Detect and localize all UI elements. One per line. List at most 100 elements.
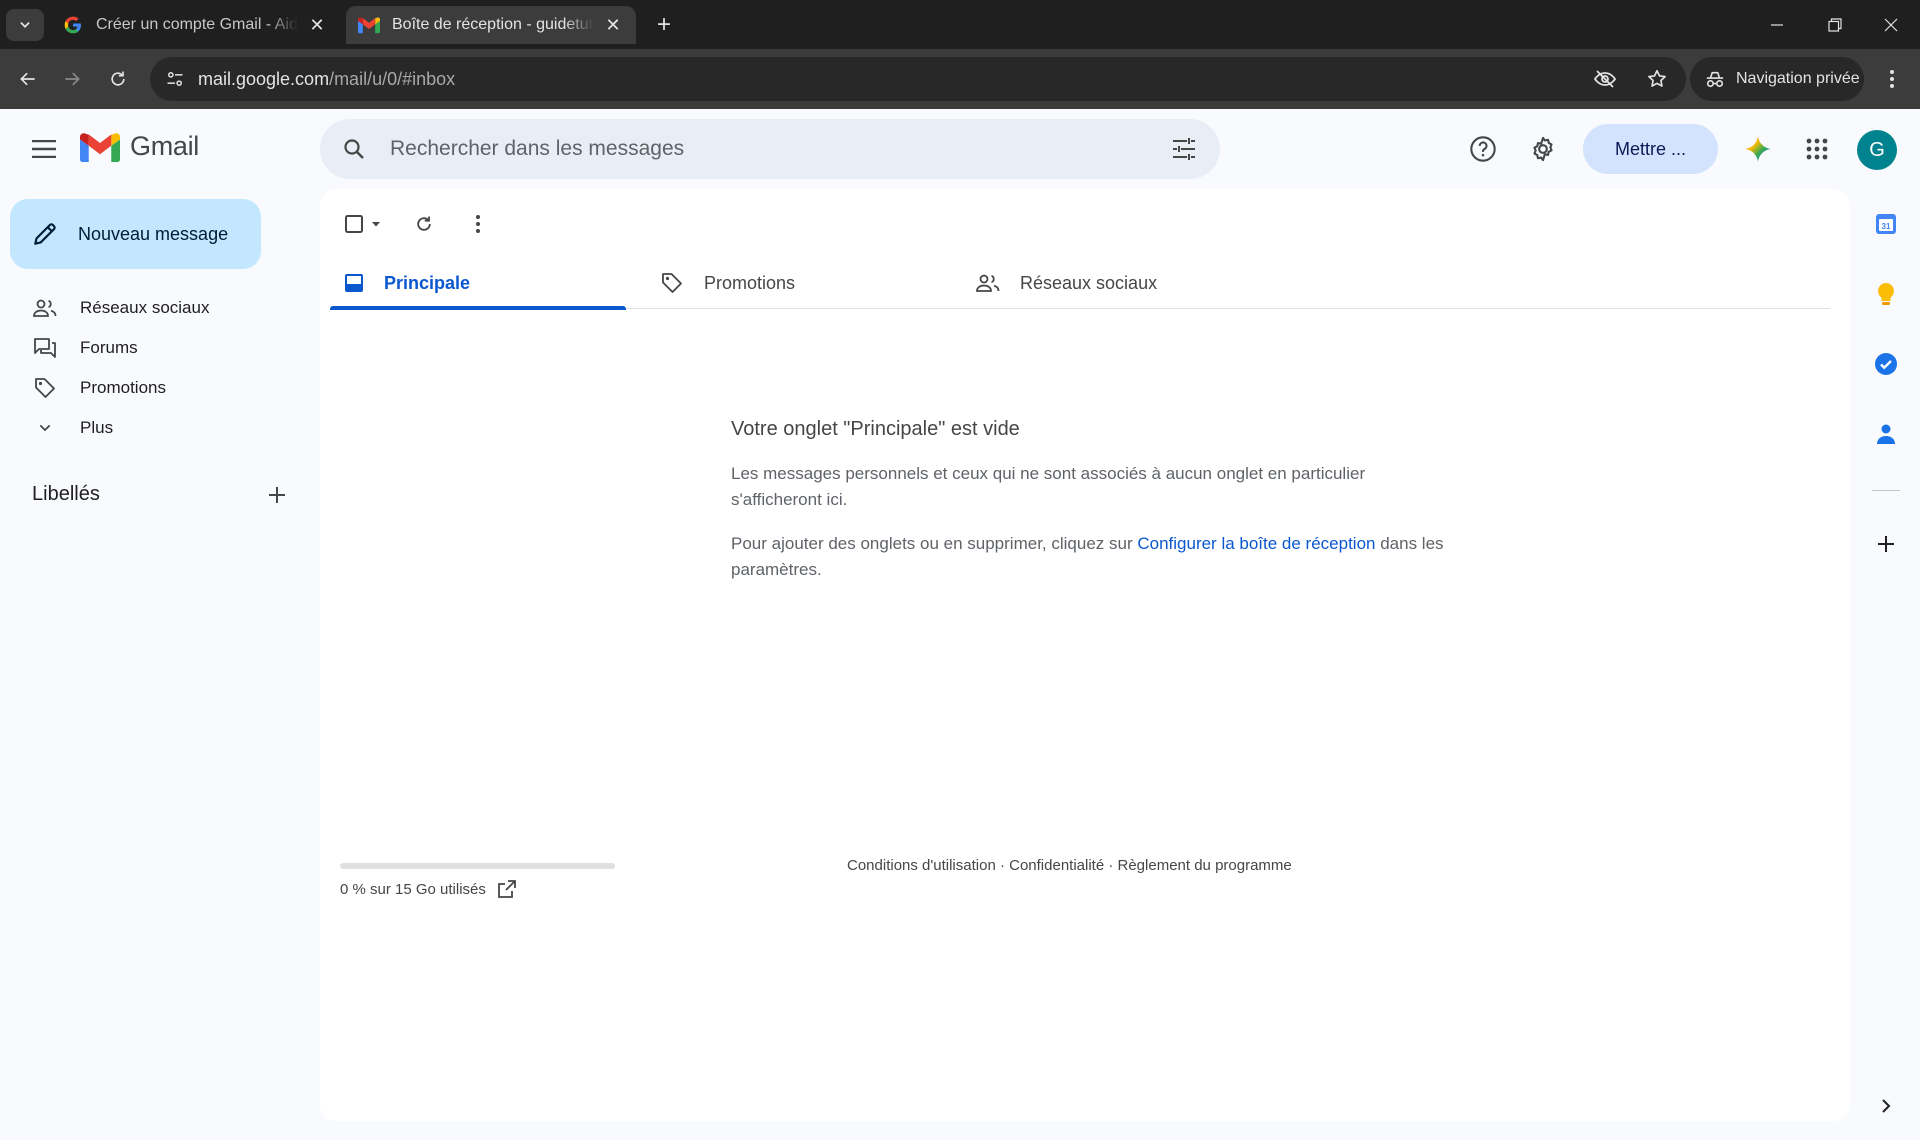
tab-search-button[interactable] xyxy=(6,9,44,41)
gmail-icon xyxy=(358,14,380,36)
google-apps-button[interactable] xyxy=(1793,125,1841,173)
storage-label: 0 % sur 15 Go utilisés xyxy=(340,880,486,898)
plus-icon xyxy=(1878,536,1894,552)
calendar-app-button[interactable]: 31 xyxy=(1870,208,1902,240)
sidebar-item-label: Plus xyxy=(80,418,114,437)
tab-label: Réseaux sociaux xyxy=(1020,272,1158,293)
contacts-app-button[interactable] xyxy=(1870,418,1902,450)
incognito-icon xyxy=(1704,69,1726,89)
hide-side-panel-button[interactable] xyxy=(1870,1090,1902,1122)
apps-grid-icon xyxy=(1806,138,1828,160)
eye-off-icon[interactable] xyxy=(1590,64,1620,94)
chevron-down-icon xyxy=(20,22,30,28)
tab-primary[interactable]: Principale xyxy=(330,257,626,310)
close-icon[interactable]: ✕ xyxy=(602,14,624,36)
close-icon xyxy=(1884,18,1898,31)
url-text: mail.google.com/mail/u/0/#inbox xyxy=(198,69,455,90)
more-actions-button[interactable] xyxy=(458,204,498,244)
new-tab-button[interactable]: + xyxy=(648,9,680,41)
search-icon[interactable] xyxy=(330,125,378,173)
refresh-icon xyxy=(417,216,431,231)
inbox-icon xyxy=(344,273,364,293)
account-avatar[interactable]: G xyxy=(1857,130,1897,170)
search-bar xyxy=(320,119,1220,179)
forum-icon xyxy=(32,335,58,361)
add-label-button[interactable] xyxy=(262,480,292,510)
chevron-down-icon xyxy=(32,415,58,441)
main-menu-button[interactable] xyxy=(24,129,64,169)
support-button[interactable] xyxy=(1459,125,1507,173)
search-options-icon[interactable] xyxy=(1160,125,1208,173)
open-in-new-icon[interactable] xyxy=(498,880,516,898)
sidebar-item-promotions[interactable]: Promotions xyxy=(0,368,300,408)
arrow-back-icon xyxy=(20,72,35,86)
browser-tab-help[interactable]: Créer un compte Gmail - Aide Gmail ✕ xyxy=(50,6,340,44)
back-button[interactable] xyxy=(12,63,44,95)
refresh-button[interactable] xyxy=(404,204,444,244)
browser-tab-inbox[interactable]: Boîte de réception - guidetutog ✕ xyxy=(346,6,636,44)
compose-button[interactable]: Nouveau message xyxy=(10,199,261,269)
empty-state: Votre onglet "Principale" est vide Les m… xyxy=(731,418,1451,601)
tab-title: Boîte de réception - guidetutog xyxy=(392,16,594,33)
tab-label: Principale xyxy=(384,272,471,293)
gemini-sparkle-icon xyxy=(1745,136,1771,162)
inbox-panel: Principale Promotions Réseaux sociaux Vo… xyxy=(320,189,1850,1121)
tasks-icon xyxy=(1875,353,1897,375)
search-input[interactable] xyxy=(390,137,1160,161)
pencil-icon xyxy=(32,221,58,247)
keep-app-button[interactable] xyxy=(1870,278,1902,310)
gemini-button[interactable] xyxy=(1734,125,1782,173)
upgrade-button[interactable]: Mettre ... xyxy=(1583,124,1718,174)
category-tabs: Principale Promotions Réseaux sociaux xyxy=(330,257,1830,310)
restore-button[interactable] xyxy=(1806,0,1864,49)
sidebar-item-social[interactable]: Réseaux sociaux xyxy=(0,288,300,328)
forward-button[interactable] xyxy=(56,63,88,95)
svg-text:31: 31 xyxy=(1882,222,1891,231)
gmail-logo[interactable]: Gmail xyxy=(80,131,199,162)
address-bar[interactable]: mail.google.com/mail/u/0/#inbox xyxy=(150,57,1686,101)
caret-down-icon xyxy=(372,222,380,227)
hint-prefix: Pour ajouter des onglets ou en supprimer… xyxy=(731,534,1138,553)
tab-social[interactable]: Réseaux sociaux xyxy=(962,257,1258,309)
footer-links[interactable]: Conditions d'utilisation · Confidentiali… xyxy=(847,857,1292,874)
reload-button[interactable] xyxy=(102,63,134,95)
calendar-icon: 31 xyxy=(1876,214,1896,234)
tab-promotions[interactable]: Promotions xyxy=(646,257,942,309)
close-window-button[interactable] xyxy=(1862,0,1920,49)
more-vert-icon xyxy=(1890,70,1894,88)
gear-icon xyxy=(1533,136,1553,162)
settings-button[interactable] xyxy=(1519,125,1567,173)
side-panel-divider xyxy=(1872,490,1900,491)
help-icon xyxy=(1470,136,1496,162)
empty-state-hint: Pour ajouter des onglets ou en supprimer… xyxy=(731,531,1451,583)
site-info-icon[interactable] xyxy=(160,64,190,94)
menu-icon xyxy=(32,140,56,158)
minimize-button[interactable] xyxy=(1748,0,1806,49)
close-icon[interactable]: ✕ xyxy=(306,14,328,36)
url-path: /mail/u/0/#inbox xyxy=(329,68,456,89)
restore-icon xyxy=(1828,17,1842,32)
empty-state-title: Votre onglet "Principale" est vide xyxy=(731,418,1020,440)
tag-icon xyxy=(660,271,684,295)
tag-icon xyxy=(32,375,58,401)
reload-icon xyxy=(111,71,125,86)
plus-icon xyxy=(269,487,285,503)
incognito-badge[interactable]: Navigation privée xyxy=(1690,57,1864,101)
get-addons-button[interactable] xyxy=(1870,528,1902,560)
compose-label: Nouveau message xyxy=(78,223,229,244)
browser-menu-button[interactable] xyxy=(1876,63,1908,95)
star-icon[interactable] xyxy=(1642,64,1672,94)
tasks-app-button[interactable] xyxy=(1870,348,1902,380)
sidebar-item-forums[interactable]: Forums xyxy=(0,328,300,368)
chevron-right-icon xyxy=(1882,1099,1891,1113)
sidebar-item-label: Forums xyxy=(80,338,138,357)
people-icon xyxy=(976,273,1000,293)
sidebar-item-more[interactable]: Plus xyxy=(0,408,300,448)
google-g-icon xyxy=(62,14,84,36)
checkbox-icon xyxy=(345,215,363,233)
tab-title: Créer un compte Gmail - Aide Gmail xyxy=(96,16,298,33)
sidebar-item-label: Promotions xyxy=(80,378,166,397)
people-icon xyxy=(32,295,58,321)
configure-inbox-link[interactable]: Configurer la boîte de réception xyxy=(1137,534,1375,553)
select-all-checkbox[interactable] xyxy=(340,204,386,244)
